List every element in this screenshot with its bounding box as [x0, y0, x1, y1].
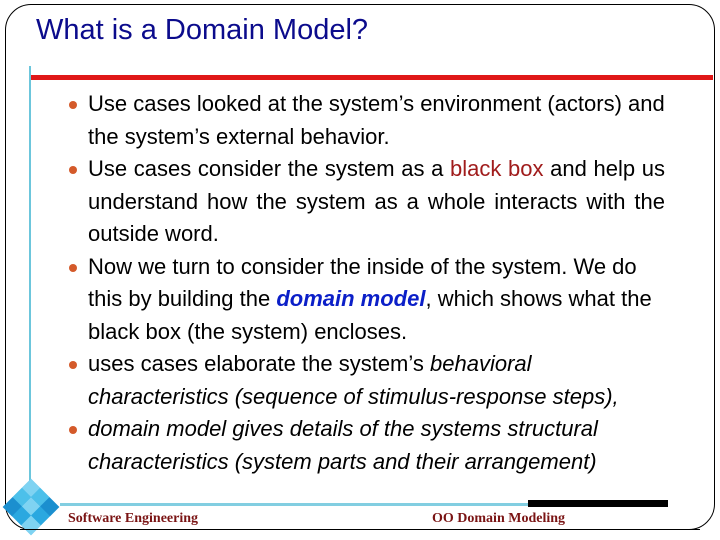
- bullet-item: Use cases consider the system as a black…: [60, 153, 665, 251]
- bullet-item: uses cases elaborate the system’s behavi…: [60, 348, 665, 413]
- bullet-italic-text: domain model gives details of the system…: [88, 416, 598, 474]
- title-underline-rule: [31, 75, 713, 80]
- footer-black-bar: [528, 500, 668, 507]
- accent-line-vertical: [29, 66, 31, 486]
- footer-course-name: Software Engineering: [68, 511, 199, 526]
- bullet-list: Use cases looked at the system’s environ…: [60, 88, 665, 478]
- bullet-text: Use cases looked at the system’s environ…: [88, 91, 665, 149]
- bullet-icon: [69, 263, 77, 272]
- bullet-text: uses cases elaborate the system’s: [88, 351, 430, 376]
- diamond-tile-logo-icon: [2, 478, 60, 536]
- bullet-item: Now we turn to consider the inside of th…: [60, 251, 665, 349]
- bullet-item: Use cases looked at the system’s environ…: [60, 88, 665, 153]
- slide-title: What is a Domain Model?: [36, 14, 369, 46]
- bullet-icon: [69, 426, 77, 434]
- bullet-text: Use cases consider the system as a: [88, 156, 451, 181]
- bullet-icon: [69, 101, 77, 109]
- bullet-icon: [69, 361, 77, 369]
- bullet-item: domain model gives details of the system…: [60, 413, 665, 478]
- footer-topic-name: OO Domain Modeling: [432, 511, 566, 526]
- black-box-highlight: black box: [450, 156, 544, 181]
- bullet-icon: [69, 166, 77, 174]
- bottom-border-line: [20, 529, 700, 530]
- domain-model-emphasis: domain model: [276, 286, 426, 311]
